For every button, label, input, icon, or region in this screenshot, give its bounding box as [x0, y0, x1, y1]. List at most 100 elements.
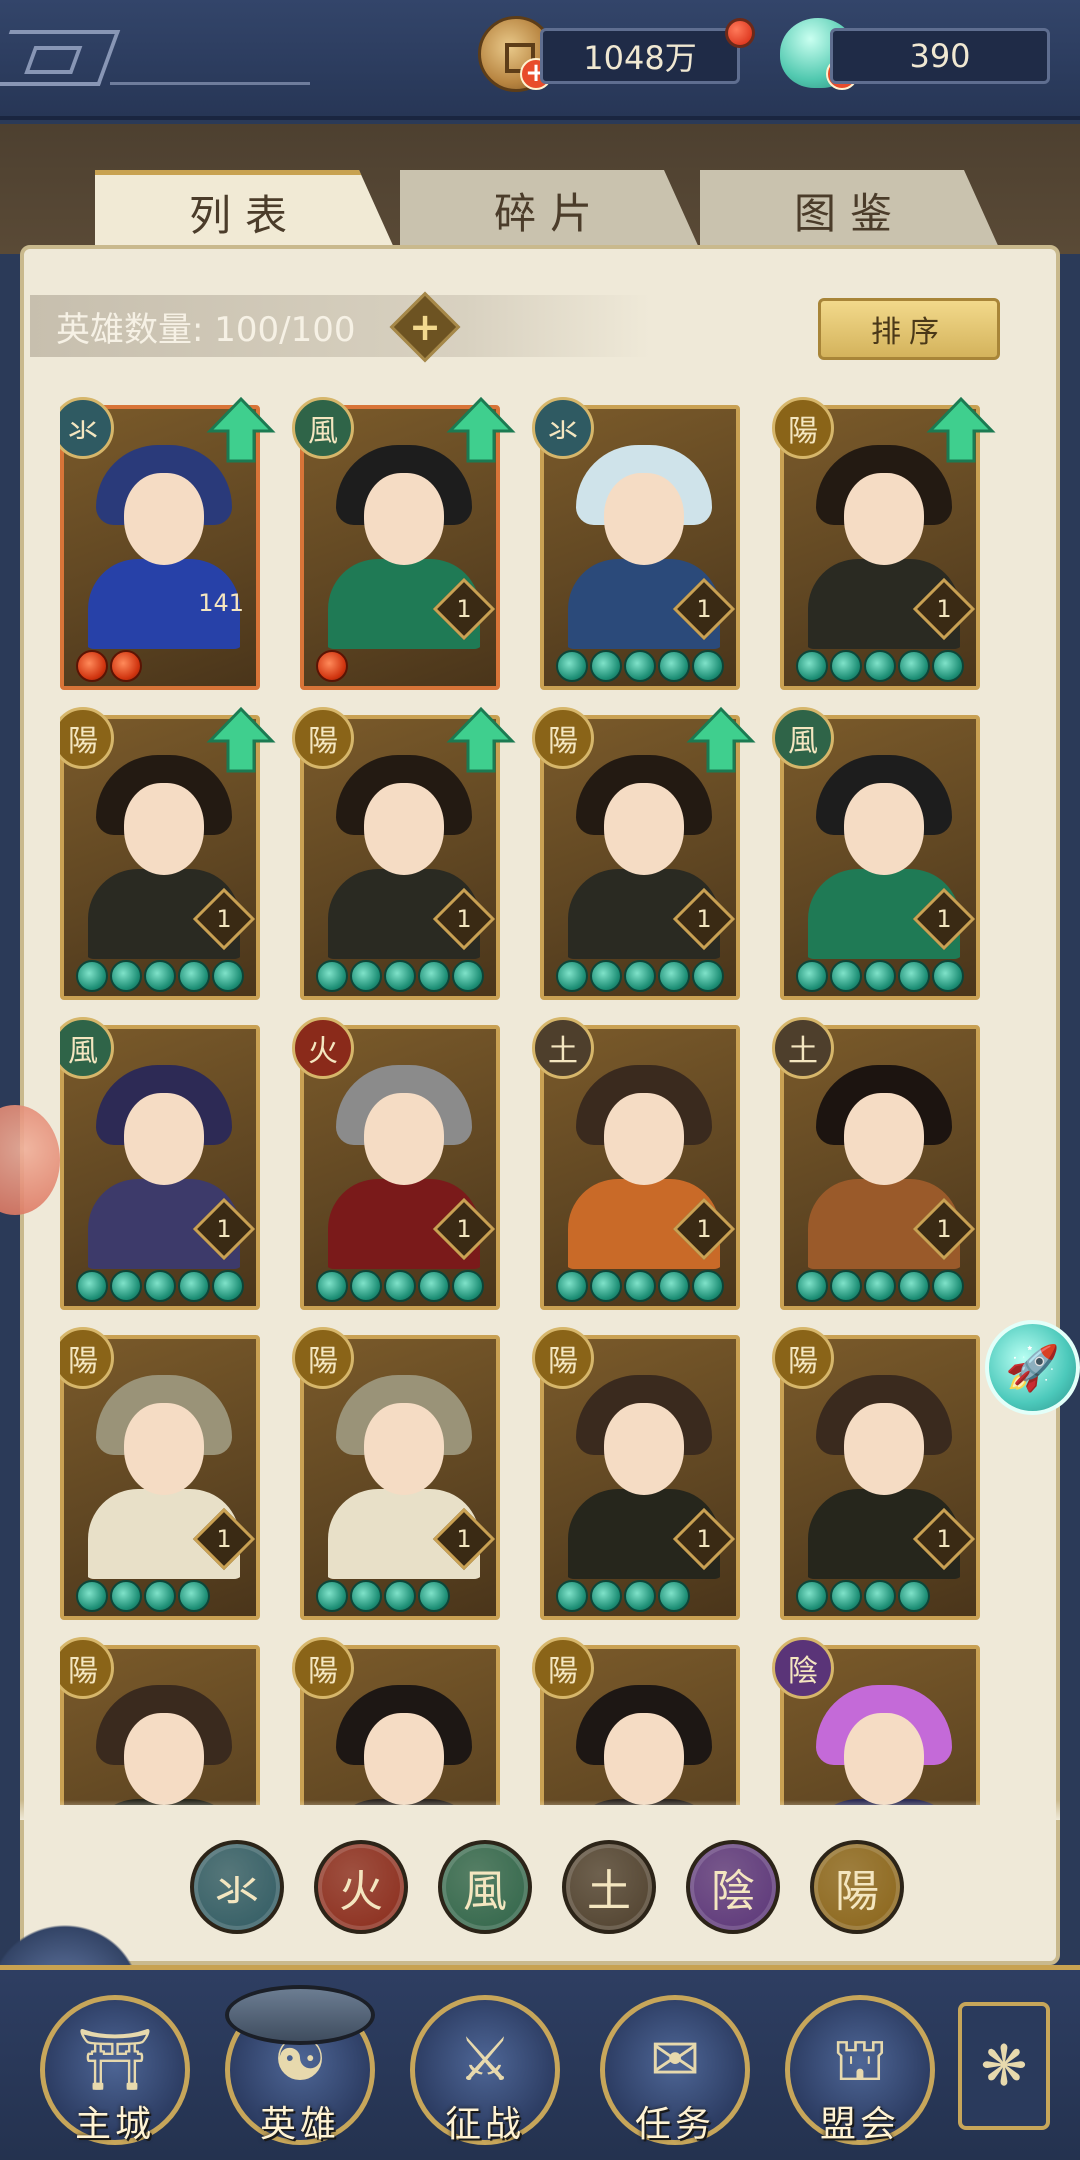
hero-card[interactable]: 風1 [772, 707, 980, 1000]
star-orb-icon [898, 1270, 930, 1302]
tab-codex[interactable]: 图鉴 [700, 170, 1000, 250]
hero-face [124, 473, 204, 565]
star-orb-icon [418, 1270, 450, 1302]
coin-amount: 1048万 [540, 28, 740, 84]
hero-level: 1 [216, 1215, 232, 1243]
nav-icon: ⚔ [458, 2025, 512, 2095]
hero-card[interactable]: 風1 [292, 396, 516, 690]
hero-card[interactable]: 陰 [772, 1637, 980, 1805]
tab-list[interactable]: 列表 [95, 170, 395, 250]
hero-card[interactable]: 陽1 [60, 1327, 260, 1620]
star-orb-icon [556, 650, 588, 682]
hero-portrait [84, 439, 244, 649]
hero-level: 1 [456, 905, 472, 933]
hero-face [844, 1403, 924, 1495]
element-badge-icon: 陽 [532, 1637, 594, 1699]
hero-card[interactable]: 陽1 [772, 396, 996, 690]
hero-grid: 氺 141 風 1 氺 1 陽 1 陽 1 陽 1 陽 1 風 1 風 1 火 1 土 1 土 1 陽 1 陽 1 陽 1 陽 1 陽陽陽陰 [60, 395, 1020, 1805]
hero-card[interactable]: 風1 [60, 1017, 260, 1310]
hero-face [844, 473, 924, 565]
hero-level: 141 [198, 589, 244, 617]
hero-card[interactable]: 陽1 [532, 1327, 740, 1620]
element-filter-button[interactable]: 土 [562, 1840, 656, 1934]
star-orb-icon [316, 960, 348, 992]
hero-card[interactable]: 陽1 [292, 1327, 500, 1620]
tab-fragments[interactable]: 碎片 [400, 170, 700, 250]
hero-level: 1 [216, 905, 232, 933]
star-orb-icon [316, 1580, 348, 1612]
element-filter-bar: 氺火風土陰陽 [190, 1840, 910, 1936]
hero-stars [796, 1580, 930, 1612]
star-orb-icon [658, 1270, 690, 1302]
element-badge-icon: 陽 [292, 707, 354, 769]
hero-stars [796, 1270, 964, 1302]
star-orb-icon [624, 1580, 656, 1612]
hero-card[interactable]: 陽1 [772, 1327, 980, 1620]
star-orb-icon [212, 960, 244, 992]
hero-card[interactable]: 土1 [772, 1017, 980, 1310]
rocket-boost-button[interactable]: 🚀 [985, 1320, 1080, 1415]
hero-level: 1 [456, 1215, 472, 1243]
hero-card[interactable]: 陽 [532, 1637, 740, 1805]
element-filter-button[interactable]: 火 [314, 1840, 408, 1934]
nav-label: 主城 [74, 2104, 155, 2145]
star-orb-icon [452, 1270, 484, 1302]
element-filter-button[interactable]: 風 [438, 1840, 532, 1934]
element-badge-icon: 陽 [532, 1327, 594, 1389]
menu-logo-icon[interactable] [0, 30, 121, 86]
hero-card[interactable]: 火1 [292, 1017, 500, 1310]
hero-portrait [84, 1679, 244, 1805]
element-badge-icon: 陽 [60, 1327, 114, 1389]
hero-stars [76, 960, 244, 992]
star-orb-icon [316, 1270, 348, 1302]
upgrade-arrow-icon [206, 396, 276, 463]
more-menu-button[interactable]: ❋ [958, 2002, 1050, 2130]
element-badge-icon: 火 [292, 1017, 354, 1079]
hero-card[interactable]: 土1 [532, 1017, 740, 1310]
hero-face [364, 473, 444, 565]
star-orb-icon [864, 1270, 896, 1302]
nav-label: 英雄 [259, 2104, 340, 2145]
hero-card[interactable]: 氺1 [532, 397, 740, 690]
hero-level: 1 [696, 595, 712, 623]
hero-face [364, 1403, 444, 1495]
element-badge-icon: 土 [772, 1017, 834, 1079]
star-orb-icon [796, 960, 828, 992]
hero-card[interactable]: 陽1 [292, 706, 516, 1000]
hero-face [844, 1093, 924, 1185]
decorative-line [110, 82, 310, 85]
star-orb-icon [624, 960, 656, 992]
hero-card[interactable]: 氺 141 [60, 396, 276, 690]
nav-icon: ⛫ [832, 2025, 888, 2095]
element-filter-button[interactable]: 陽 [810, 1840, 904, 1934]
element-badge-icon: 陽 [60, 1637, 114, 1699]
nav-label: 征战 [444, 2104, 525, 2145]
hero-card[interactable]: 陽1 [532, 706, 756, 1000]
sort-button[interactable]: 排序 [818, 298, 1000, 360]
hero-card[interactable]: 陽 [292, 1637, 500, 1805]
star-orb-icon [452, 960, 484, 992]
hero-face [364, 1093, 444, 1185]
star-orb-icon [384, 960, 416, 992]
star-orb-icon [110, 960, 142, 992]
gem-amount: 390 [830, 28, 1050, 84]
star-orb-icon [76, 960, 108, 992]
hero-card[interactable]: 陽 [60, 1637, 260, 1805]
hero-stars [796, 650, 964, 682]
star-orb-icon [212, 1270, 244, 1302]
star-orb-icon [178, 960, 210, 992]
star-orb-icon [590, 650, 622, 682]
plus-icon: + [409, 305, 441, 349]
active-hero-hat [225, 1985, 375, 2045]
star-orb-icon [624, 1270, 656, 1302]
hero-card[interactable]: 陽1 [60, 706, 276, 1000]
hero-stars [556, 1270, 724, 1302]
star-orb-icon [796, 650, 828, 682]
star-orb-icon [350, 1270, 382, 1302]
star-orb-icon [110, 650, 142, 682]
element-filter-button[interactable]: 陰 [686, 1840, 780, 1934]
element-filter-button[interactable]: 氺 [190, 1840, 284, 1934]
star-orb-icon [830, 650, 862, 682]
hero-stars [76, 1580, 210, 1612]
hero-stars [556, 1580, 690, 1612]
